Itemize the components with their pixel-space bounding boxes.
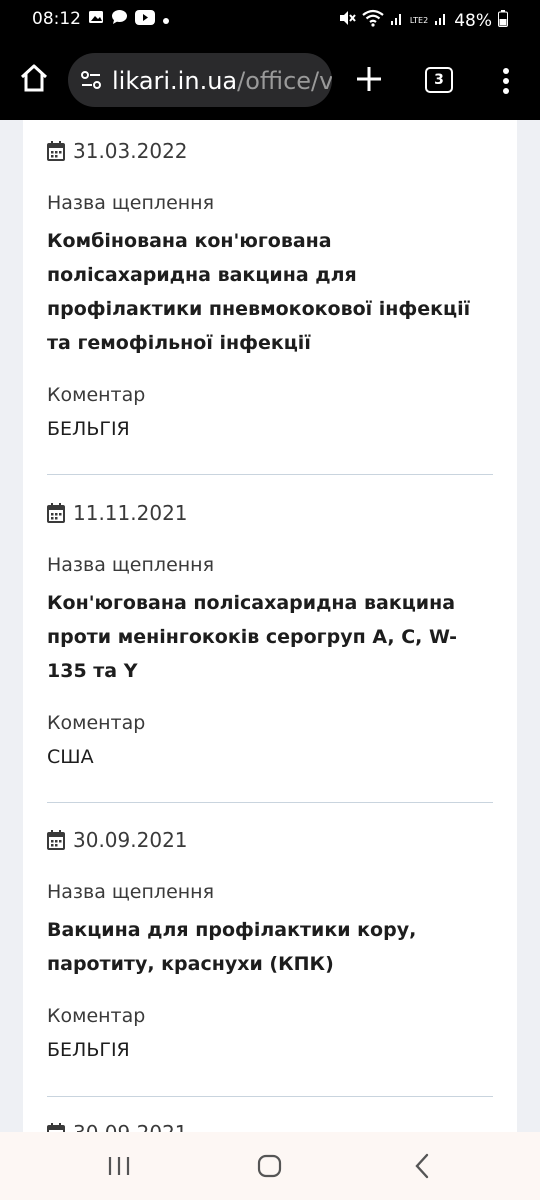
battery-icon <box>498 9 508 32</box>
chat-icon <box>111 9 128 30</box>
home-nav-button[interactable] <box>256 1152 284 1180</box>
site-settings-icon[interactable] <box>80 69 102 91</box>
youtube-icon <box>135 9 155 30</box>
new-tab-button[interactable] <box>354 64 384 94</box>
vaccination-entry: 30.09.2021 Назва щеплення Вакцина для пр… <box>47 825 493 1061</box>
more-vert-icon <box>503 68 509 94</box>
recent-apps-button[interactable] <box>104 1154 134 1178</box>
calendar-icon <box>47 503 65 523</box>
comment-label: Коментар <box>47 1005 146 1027</box>
date-row: 30.09.2021 <box>47 1118 493 1132</box>
entry-divider <box>47 1096 493 1097</box>
comment-label: Коментар <box>47 712 146 734</box>
calendar-icon <box>47 1123 65 1132</box>
vaccination-entry: 30.09.2021 <box>47 1118 493 1132</box>
signal-icon-2 <box>434 10 448 31</box>
date-row: 31.03.2022 <box>47 136 493 166</box>
signal-icon <box>390 10 404 31</box>
name-label: Назва щеплення <box>47 192 215 214</box>
plus-icon <box>357 67 381 91</box>
system-nav-bar <box>0 1132 540 1200</box>
vaccination-date: 31.03.2022 <box>73 139 188 163</box>
battery-percent: 48% <box>454 10 492 31</box>
mute-icon <box>338 9 356 32</box>
vaccination-entry: 11.11.2021 Назва щеплення Кон'югована по… <box>47 498 493 768</box>
lte-icon: LTE2 <box>409 15 429 25</box>
page-content[interactable]: 31.03.2022 Назва щеплення Комбінована ко… <box>0 120 540 1132</box>
name-label: Назва щеплення <box>47 554 215 576</box>
home-icon <box>20 64 48 92</box>
browser-menu-button[interactable] <box>496 66 516 96</box>
vaccination-date: 11.11.2021 <box>73 501 188 525</box>
vaccine-name: Вакцина для профілактики кору, паротиту,… <box>47 919 417 975</box>
comment-value: БЕЛЬГІЯ <box>47 1039 130 1061</box>
comment-value: БЕЛЬГІЯ <box>47 418 130 440</box>
url-text: likari.in.ua/office/v <box>112 67 332 95</box>
back-button[interactable] <box>410 1152 434 1180</box>
comment-value: США <box>47 746 94 768</box>
vaccination-date: 30.09.2021 <box>73 1121 188 1132</box>
vaccination-entry: 31.03.2022 Назва щеплення Комбінована ко… <box>47 136 493 440</box>
calendar-icon <box>47 830 65 850</box>
url-domain: likari.in.ua <box>112 67 238 95</box>
recents-icon <box>108 1157 130 1175</box>
wifi-icon <box>362 9 384 32</box>
back-icon <box>415 1153 429 1179</box>
dot-icon <box>162 10 170 30</box>
gallery-icon <box>88 9 104 30</box>
address-bar[interactable]: likari.in.ua/office/v <box>68 53 332 107</box>
vaccine-name: Комбінована кон'югована полісахаридна ва… <box>47 230 471 354</box>
browser-toolbar: likari.in.ua/office/v 3 <box>0 40 540 120</box>
tab-switcher-button[interactable]: 3 <box>425 67 453 93</box>
date-row: 30.09.2021 <box>47 825 493 855</box>
url-path: /office/v <box>237 67 332 95</box>
status-bar: 08:12 LTE2 48% <box>0 0 540 40</box>
status-time: 08:12 <box>32 9 81 29</box>
entry-divider <box>47 802 493 803</box>
vaccine-name: Кон'югована полісахаридна вакцина проти … <box>47 592 457 682</box>
date-row: 11.11.2021 <box>47 498 493 528</box>
home-button[interactable] <box>18 62 50 94</box>
home-circle-icon <box>257 1154 282 1178</box>
name-label: Назва щеплення <box>47 881 215 903</box>
entry-divider <box>47 474 493 475</box>
calendar-icon <box>47 141 65 161</box>
system-icons: LTE2 48% <box>338 9 508 32</box>
comment-label: Коментар <box>47 384 146 406</box>
notification-icons <box>88 9 170 30</box>
vaccination-date: 30.09.2021 <box>73 828 188 852</box>
